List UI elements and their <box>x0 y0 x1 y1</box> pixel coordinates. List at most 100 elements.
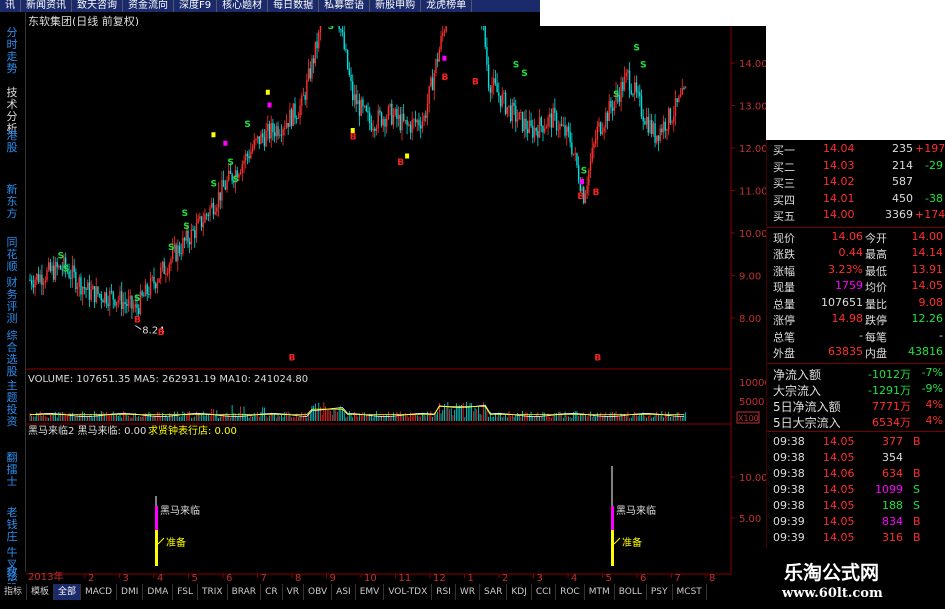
indicator-y-tick: 10.00 <box>739 473 766 484</box>
indicator-tab[interactable]: CCI <box>532 584 557 600</box>
tick-side: S <box>913 498 920 512</box>
nav-item[interactable]: 分时走势 <box>2 27 22 75</box>
signal-glyph: S <box>183 222 189 232</box>
menu-item[interactable]: 每日数据 <box>268 0 320 12</box>
candle-body <box>93 286 96 303</box>
indicator-tab[interactable]: SAR <box>480 584 508 600</box>
indicator-tab[interactable]: TRIX <box>198 584 228 600</box>
signal-glyph: S <box>244 120 250 130</box>
candle-body <box>32 284 35 288</box>
menu-item[interactable]: 新股申购 <box>370 0 422 12</box>
nav-item[interactable]: 技术分析 <box>2 87 22 135</box>
indicator-tab[interactable]: 指标 <box>0 584 28 600</box>
bid-volume: 214 <box>892 158 913 172</box>
indicator-y-tick: 5.00 <box>739 514 761 525</box>
nav-item[interactable]: 财务评测 <box>2 277 22 325</box>
quote-value: 1759 <box>835 279 863 292</box>
quote-label: 总笔 <box>773 330 795 344</box>
nav-item[interactable]: 综合选股 <box>2 330 22 378</box>
candle-body <box>260 133 262 145</box>
x-tick-label: 10 <box>364 573 377 581</box>
menu-item[interactable]: 龙虎榜单 <box>421 0 473 12</box>
flow-value: -1291万 <box>868 383 911 397</box>
left-nav: 分时走势技术分析港股新东方同花顺财务评测综合选股主题投资翻擂士老钱庄牛叉诊股数据 <box>0 12 26 595</box>
candle-body <box>275 126 277 137</box>
candle-body <box>265 130 267 147</box>
indicator-tab[interactable]: KDJ <box>507 584 532 600</box>
candle-body <box>44 280 46 283</box>
candle-body <box>105 292 108 304</box>
candle-body <box>408 124 410 126</box>
menu-item[interactable]: 深度F9 <box>174 0 218 12</box>
quote-label: 涨幅 <box>773 264 795 278</box>
candle-body <box>426 103 429 118</box>
candle-body <box>605 112 607 128</box>
indicator-tab[interactable]: ASI <box>332 584 356 600</box>
candle-body <box>212 202 215 215</box>
candle-body <box>346 50 349 69</box>
x-tick-label: 7 <box>675 573 681 581</box>
nav-item[interactable]: 翻擂士 <box>2 452 22 488</box>
quote-value: 107651 <box>821 295 863 309</box>
indicator-tab[interactable]: WR <box>456 584 481 600</box>
indicator-tab[interactable]: 全部 <box>54 584 82 600</box>
menu-item[interactable]: 资金流向 <box>123 0 174 12</box>
candle-body <box>182 238 184 254</box>
indicator-tab[interactable]: OBV <box>304 584 333 600</box>
candle-body <box>589 160 592 171</box>
candle-body <box>306 79 308 100</box>
kline-chart[interactable]: 14.0013.0012.0011.0010.009.008.0018.248.… <box>26 26 766 581</box>
x-tick-label: 8 <box>709 573 715 581</box>
quote-value: 14.06 <box>831 229 864 243</box>
indicator-tab[interactable]: FSL <box>173 584 198 600</box>
indicator-tab[interactable]: RSI <box>432 584 456 600</box>
signal-dot <box>223 140 228 146</box>
indicator-tab[interactable]: DMI <box>117 584 144 600</box>
indicator-tab[interactable]: MCST <box>673 584 707 600</box>
candle-body <box>59 265 62 270</box>
candle-body <box>489 87 492 93</box>
candle-body <box>419 125 422 129</box>
candle-body <box>267 123 269 131</box>
signal-glyph: B <box>158 328 165 338</box>
candle-body <box>525 118 527 130</box>
nav-item[interactable]: 新东方 <box>2 184 22 220</box>
indicator-tab[interactable]: DMA <box>143 584 174 600</box>
candle-body <box>287 123 289 127</box>
candle-body <box>304 95 306 100</box>
indicator-tab[interactable]: CR <box>261 584 283 600</box>
candle-body <box>246 153 249 156</box>
candle-body <box>250 151 252 159</box>
nav-item[interactable]: 港股 <box>2 130 22 154</box>
indicator-tab[interactable]: 模板 <box>27 584 55 600</box>
menu-item[interactable]: 核心题材 <box>217 0 269 12</box>
candle-body <box>509 105 512 122</box>
indicator-tab[interactable]: MTM <box>585 584 615 600</box>
indicator-tab[interactable]: EMV <box>356 584 385 600</box>
indicator-tab[interactable]: MACD <box>81 584 118 600</box>
nav-item[interactable]: 老钱庄 <box>2 507 22 543</box>
menu-item[interactable]: 私募密语 <box>319 0 371 12</box>
nav-item[interactable]: 同花顺 <box>2 237 22 273</box>
quote-label: 今开 <box>865 231 887 245</box>
candle-body <box>593 143 595 148</box>
candle-body <box>209 207 211 216</box>
bid-price: 14.03 <box>823 158 855 172</box>
candle-body <box>423 115 425 122</box>
menu-item[interactable]: 致天咨询 <box>72 0 123 12</box>
candle-body <box>81 286 84 295</box>
menu-item[interactable]: 讯 <box>0 0 21 12</box>
indicator-tab[interactable]: ROC <box>556 584 585 600</box>
nav-item[interactable]: 主题投资 <box>2 380 22 428</box>
indicator-tab[interactable]: BRAR <box>228 584 262 600</box>
candle-body <box>664 121 666 131</box>
candle-body <box>350 74 352 82</box>
nav-item[interactable]: 数据 <box>2 567 22 581</box>
indicator-tab[interactable]: VR <box>283 584 305 600</box>
menu-item[interactable]: 新闻资讯 <box>21 0 72 12</box>
indicator-tab[interactable]: PSY <box>647 584 673 600</box>
candle-body <box>679 95 682 97</box>
indicator-tab[interactable]: VOL-TDX <box>384 584 433 600</box>
indicator-tab[interactable]: BOLL <box>615 584 647 600</box>
candle-body <box>277 126 279 136</box>
